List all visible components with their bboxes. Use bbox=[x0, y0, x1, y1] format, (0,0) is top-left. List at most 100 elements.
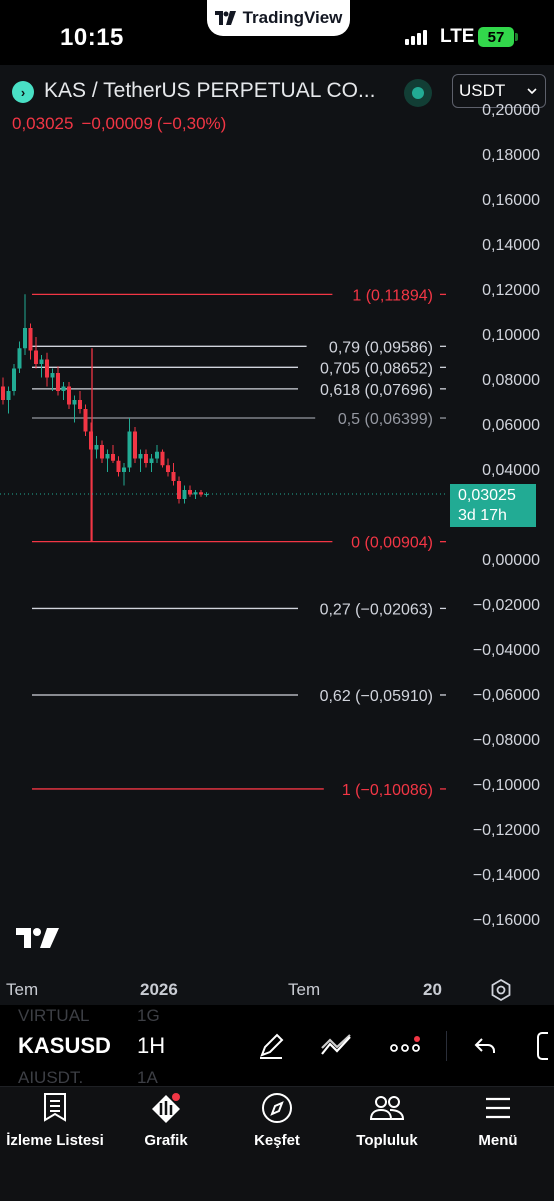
community-icon bbox=[368, 1088, 406, 1128]
fib-level-label: 0,27 (−0,02063) bbox=[320, 601, 433, 618]
battery-icon: 57 bbox=[478, 27, 514, 47]
indicators-icon[interactable] bbox=[320, 1030, 354, 1062]
tradingview-watermark-icon bbox=[16, 928, 59, 948]
y-axis-tick: 0,06000 bbox=[482, 417, 540, 434]
candle-body bbox=[61, 386, 66, 391]
y-axis-tick: 0,12000 bbox=[482, 282, 540, 299]
y-axis-tick: 0,10000 bbox=[482, 327, 540, 344]
candle-body bbox=[116, 460, 121, 472]
drawing-tools-icon[interactable] bbox=[254, 1030, 288, 1062]
app-pill: TradingView bbox=[207, 0, 350, 36]
y-axis-tick: 0,18000 bbox=[482, 147, 540, 164]
candle-body bbox=[177, 481, 181, 499]
chart-icon bbox=[148, 1088, 184, 1128]
change-percent: (−0,30%) bbox=[156, 114, 227, 133]
battery-level: 57 bbox=[487, 28, 505, 46]
candle-body bbox=[72, 400, 77, 405]
symbol-picker[interactable]: KASUSD bbox=[18, 1033, 111, 1059]
candle-body bbox=[105, 454, 110, 459]
candle-body bbox=[166, 465, 170, 472]
y-axis-tick: −0,02000 bbox=[472, 597, 540, 614]
undo-icon[interactable] bbox=[468, 1030, 502, 1062]
fib-level-label: 0,618 (0,07696) bbox=[320, 382, 433, 399]
market-status-icon[interactable] bbox=[404, 79, 432, 107]
candle-body bbox=[78, 400, 82, 409]
y-axis-tick: −0,16000 bbox=[472, 912, 540, 929]
candle-body bbox=[204, 494, 209, 496]
candle-body bbox=[94, 445, 99, 450]
fib-level-label: 0,79 (0,09586) bbox=[329, 339, 433, 356]
ghost-interval: 1A bbox=[137, 1068, 158, 1086]
nav-community[interactable]: Topluluk bbox=[332, 1088, 442, 1149]
fib-level-label: 0 (0,00904) bbox=[351, 535, 433, 552]
bar-countdown: 3d 17h bbox=[458, 507, 507, 524]
time-tick: 20 bbox=[423, 980, 442, 999]
y-axis-tick: 0,16000 bbox=[482, 192, 540, 209]
more-options-icon[interactable] bbox=[388, 1030, 422, 1062]
candle-body bbox=[193, 492, 198, 495]
candle-body bbox=[17, 348, 22, 369]
fullscreen-icon[interactable] bbox=[534, 1030, 554, 1062]
nav-chart[interactable]: Grafik bbox=[111, 1088, 221, 1149]
nav-menu[interactable]: Menü bbox=[443, 1088, 553, 1149]
nav-watchlist[interactable]: İzleme Listesi bbox=[0, 1088, 110, 1149]
candle-body bbox=[122, 467, 126, 472]
change-value: −0,00009 bbox=[81, 114, 153, 133]
chevron-down-icon bbox=[527, 88, 537, 94]
nav-label: Grafik bbox=[144, 1132, 188, 1149]
candle-body bbox=[23, 328, 27, 349]
currency-value: USDT bbox=[459, 81, 506, 100]
fib-level-label: 1 (0,11894) bbox=[352, 287, 433, 304]
y-axis-tick: −0,12000 bbox=[472, 822, 540, 839]
candle-body bbox=[127, 431, 132, 468]
candle-body bbox=[100, 445, 104, 459]
price-chart[interactable]: 1 (0,11894) 0,79 (0,09586) 0,705 (0,08652)… bbox=[0, 65, 554, 1005]
price-change: 0,03025 −0,00009 (−0,30%) bbox=[12, 114, 234, 134]
y-axis-tick: 0,20000 bbox=[482, 102, 540, 119]
candle-body bbox=[133, 431, 137, 459]
chart-settings-icon[interactable] bbox=[489, 978, 513, 1002]
y-axis-tick: 0,00000 bbox=[482, 552, 540, 569]
compass-icon bbox=[260, 1088, 294, 1128]
nav-explore[interactable]: Keşfet bbox=[222, 1088, 332, 1149]
watchlist-icon bbox=[41, 1088, 69, 1128]
candle-body bbox=[1, 386, 5, 400]
y-axis-tick: 0,08000 bbox=[482, 372, 540, 389]
y-axis-tick: 0,04000 bbox=[482, 462, 540, 479]
time-tick: 2026 bbox=[140, 980, 178, 999]
y-axis-tick: −0,06000 bbox=[472, 687, 540, 704]
nav-label: Topluluk bbox=[356, 1132, 418, 1149]
candle-body bbox=[56, 373, 60, 391]
nav-label: İzleme Listesi bbox=[6, 1132, 104, 1149]
candle-body bbox=[111, 454, 115, 461]
candle-body bbox=[182, 490, 187, 499]
tradingview-logo-icon bbox=[214, 11, 236, 25]
y-axis-tick: −0,04000 bbox=[472, 642, 540, 659]
fib-level-label: 0,62 (−0,05910) bbox=[320, 688, 433, 705]
fib-level-label: 0,705 (0,08652) bbox=[320, 360, 433, 377]
y-axis-tick: −0,10000 bbox=[472, 777, 540, 794]
y-axis-tick: 0,14000 bbox=[482, 237, 540, 254]
fib-level-label: 1 (−0,10086) bbox=[342, 782, 433, 799]
status-time: 10:15 bbox=[60, 24, 124, 51]
time-tick: Tem bbox=[6, 980, 39, 999]
candle-body bbox=[83, 409, 88, 432]
candle-body bbox=[50, 373, 55, 378]
candle-body bbox=[28, 328, 33, 351]
y-axis-tick: −0,14000 bbox=[472, 867, 540, 884]
candle-body bbox=[199, 492, 203, 495]
ghost-interval: 1G bbox=[137, 1008, 160, 1025]
candle-body bbox=[144, 454, 148, 463]
candle-body bbox=[45, 359, 49, 378]
candle-body bbox=[138, 454, 143, 459]
candle-body bbox=[149, 458, 154, 463]
candle-body bbox=[188, 490, 192, 495]
app-name: TradingView bbox=[242, 8, 343, 27]
signal-icon bbox=[405, 30, 427, 45]
candle-body bbox=[89, 431, 93, 450]
candle-body bbox=[6, 391, 11, 400]
kas-coin-icon: › bbox=[12, 81, 34, 103]
interval-picker[interactable]: 1H bbox=[137, 1033, 165, 1059]
symbol-title[interactable]: KAS / TetherUS PERPETUAL CO... bbox=[44, 79, 375, 103]
candle-body bbox=[160, 451, 165, 466]
